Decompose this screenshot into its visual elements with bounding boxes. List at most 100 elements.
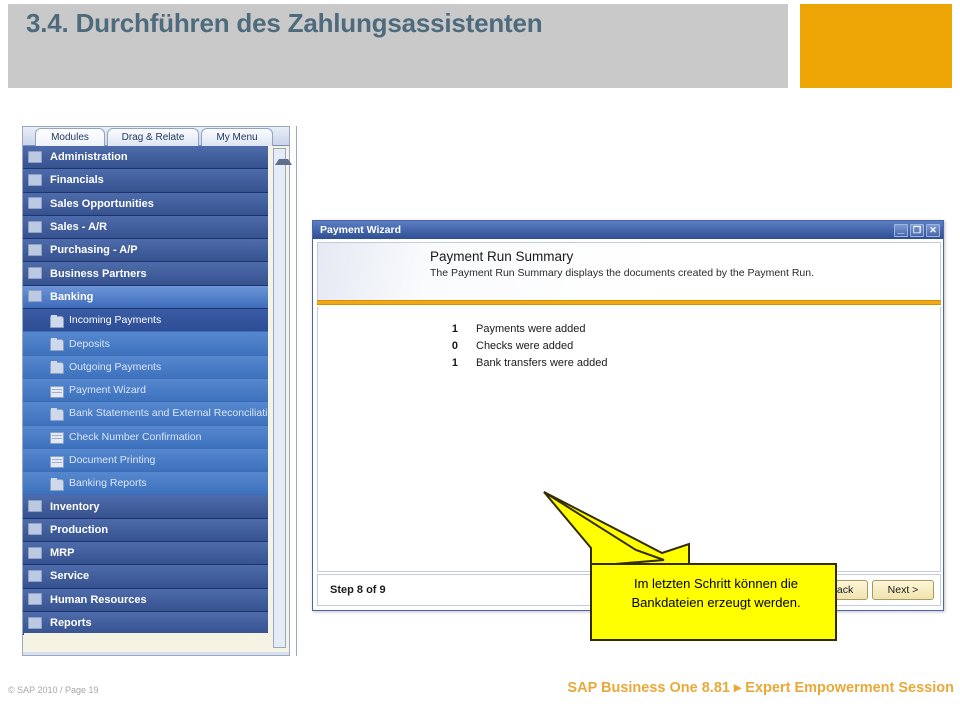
sidebar-item-label: Sales - A/R (50, 221, 108, 234)
sidebar-item-administration[interactable]: Administration (23, 146, 268, 170)
tab-drag-and-relate[interactable]: Drag & Relate (107, 128, 199, 146)
document-icon (49, 455, 64, 468)
maximize-button[interactable]: ❐ (910, 223, 924, 237)
sidebar-item-label: Bank Statements and External Reconciliat… (69, 407, 268, 420)
people-icon (27, 592, 44, 607)
banner-accent-rule (317, 300, 941, 305)
sidebar-item-label: Administration (50, 151, 128, 164)
sidebar-item-banking-reports[interactable]: Banking Reports (23, 472, 268, 496)
sidebar-item-label: Document Printing (69, 454, 156, 466)
sidebar-item-deposits[interactable]: Deposits (23, 332, 268, 356)
sidebar-item-outgoing-payments[interactable]: Outgoing Payments (23, 355, 268, 379)
sidebar-item-incoming-payments[interactable]: Incoming Payments (23, 309, 268, 333)
sidebar-scroll-viewport: Administration Financials Sales Opportun… (23, 146, 289, 652)
sidebar-item-label: Outgoing Payments (69, 360, 162, 373)
tab-modules[interactable]: Modules (35, 128, 105, 146)
embedded-screenshot: Modules Drag & Relate My Menu Administra… (0, 118, 952, 663)
sidebar-item-label: Incoming Payments (69, 314, 162, 327)
next-button[interactable]: Next > (872, 580, 934, 600)
wizard-heading: Payment Run Summary (430, 249, 574, 264)
summary-text: Bank transfers were added (476, 357, 608, 369)
sidebar-item-sales-opportunities[interactable]: Sales Opportunities (23, 192, 268, 216)
bank-icon (27, 289, 44, 304)
opportunities-icon (27, 196, 44, 211)
sidebar-item-document-printing[interactable]: Document Printing (23, 448, 268, 473)
sidebar-item-reports[interactable]: Reports (23, 611, 268, 636)
sidebar-item-mrp[interactable]: MRP (23, 542, 268, 566)
step-indicator: Step 8 of 9 (330, 584, 386, 596)
logo-block: SAP (800, 4, 952, 88)
maximize-icon: ❐ (912, 224, 922, 235)
summary-count: 1 (451, 323, 458, 335)
folder-icon (49, 361, 64, 375)
module-menu-list: Administration Financials Sales Opportun… (23, 146, 268, 636)
mrp-icon (27, 546, 44, 561)
tag-icon (27, 220, 44, 235)
sidebar-item-sales-ar[interactable]: Sales - A/R (23, 215, 268, 240)
sidebar-item-label: Reports (50, 617, 92, 630)
close-button[interactable]: ✕ (926, 223, 940, 237)
dialog-title: Payment Wizard (320, 224, 402, 236)
wizard-subheading: The Payment Run Summary displays the doc… (430, 267, 815, 279)
summary-count: 0 (451, 340, 458, 352)
footer-session-title: SAP Business One 8.81 ▸ Expert Empowerme… (567, 680, 954, 696)
sidebar-item-label: Human Resources (50, 593, 147, 606)
close-icon: ✕ (929, 224, 937, 235)
sidebar-item-inventory[interactable]: Inventory (23, 495, 268, 519)
sidebar-item-bank-statements[interactable]: Bank Statements and External Reconciliat… (23, 402, 268, 426)
sidebar-item-label: Banking (50, 290, 94, 303)
back-button[interactable]: < Back (806, 580, 868, 600)
summary-row: 1 Bank transfers were added (436, 357, 608, 374)
sidebar-item-label: Sales Opportunities (50, 197, 154, 210)
sidebar-item-banking[interactable]: Banking (23, 285, 268, 310)
sidebar-item-label: MRP (50, 547, 75, 560)
sidebar-item-purchasing-ap[interactable]: Purchasing - A/P (23, 239, 268, 263)
sidebar-item-check-number-confirmation[interactable]: Check Number Confirmation (23, 425, 268, 449)
partners-icon (27, 266, 44, 281)
summary-text: Payments were added (476, 323, 586, 335)
panel-divider (296, 126, 297, 656)
sidebar-item-payment-wizard[interactable]: Payment Wizard (23, 378, 268, 403)
sidebar-tabstrip: Modules Drag & Relate My Menu (23, 127, 289, 146)
gear-icon (27, 522, 44, 537)
folder-icon (49, 407, 64, 421)
folder-icon (49, 314, 64, 328)
folder-icon (49, 338, 64, 352)
scroll-up-arrow-icon[interactable] (275, 150, 292, 165)
payment-run-summary-list: 1 Payments were added 0 Checks were adde… (436, 323, 608, 374)
sidebar-empty-area (24, 633, 268, 651)
sidebar-item-production[interactable]: Production (23, 518, 268, 543)
slide-footer: © SAP 2010 / Page 19 SAP Business One 8.… (0, 680, 960, 712)
summary-count: 1 (451, 357, 458, 369)
sidebar-item-human-resources[interactable]: Human Resources (23, 588, 268, 612)
page-title: 3.4. Durchführen des Zahlungsassistenten (26, 8, 543, 38)
dialog-footer: Step 8 of 9 Cancel < Back Next > (317, 574, 941, 606)
cancel-button[interactable]: Cancel (740, 580, 802, 600)
chart-icon (27, 616, 44, 631)
wrench-icon (27, 569, 44, 584)
sidebar-item-financials[interactable]: Financials (23, 169, 268, 193)
sidebar-item-label: Payment Wizard (69, 384, 147, 397)
slide-header: 3.4. Durchführen des Zahlungsassistenten… (0, 0, 960, 92)
sidebar-item-service[interactable]: Service (23, 565, 268, 589)
sidebar-item-label: Deposits (69, 337, 110, 350)
box-icon (27, 499, 44, 514)
finance-icon (27, 173, 44, 188)
summary-row: 1 Payments were added (436, 323, 607, 340)
summary-row: 0 Checks were added (436, 340, 607, 357)
cart-icon (27, 243, 44, 258)
summary-text: Checks were added (476, 340, 574, 352)
minimize-icon: _ (897, 220, 905, 235)
footer-copyright: © SAP 2010 / Page 19 (8, 685, 99, 695)
folder-icon (49, 477, 64, 491)
sidebar-item-business-partners[interactable]: Business Partners (23, 262, 268, 286)
payment-wizard-dialog: Payment Wizard _ ❐ ✕ Payment Run Summary… (312, 220, 944, 611)
sidebar-scrollbar[interactable] (273, 148, 292, 648)
sidebar-item-label: Production (50, 523, 109, 536)
dialog-banner: Payment Run Summary The Payment Run Summ… (317, 242, 941, 302)
tab-my-menu[interactable]: My Menu (201, 128, 273, 146)
sidebar-item-label: Service (50, 570, 90, 583)
sidebar-item-label: Financials (50, 174, 104, 187)
minimize-button[interactable]: _ (894, 220, 908, 237)
document-icon (49, 431, 64, 445)
